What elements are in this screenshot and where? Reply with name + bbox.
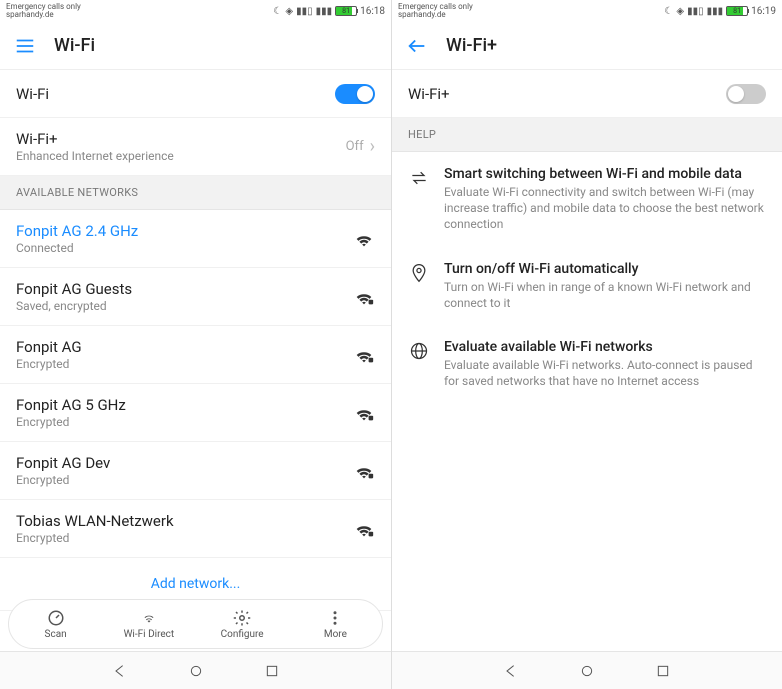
nav-recent-icon[interactable] <box>264 663 280 679</box>
battery-icon: 81 <box>726 6 748 16</box>
wifi-signal-lock-icon <box>353 460 375 482</box>
status-bar: Emergency calls only sparhandy.de ☾ ◈ ▮▮… <box>0 0 391 22</box>
nav-bar <box>0 651 391 689</box>
network-name: Fonpit AG <box>16 338 353 356</box>
scan-label: Scan <box>45 629 67 640</box>
signal2-icon: ▮▮▮ <box>316 6 333 17</box>
wifi-plus-row[interactable]: Wi-Fi+ Enhanced Internet experience Off … <box>0 118 391 176</box>
page-title: Wi-Fi+ <box>446 35 497 56</box>
dnd-icon: ☾ <box>273 6 282 17</box>
help-item: Smart switching between Wi-Fi and mobile… <box>392 152 782 247</box>
wifi-toggle-row[interactable]: Wi-Fi <box>0 70 391 118</box>
nav-bar <box>392 651 782 689</box>
help-desc: Evaluate available Wi-Fi networks. Auto-… <box>444 357 766 389</box>
wifi-status-icon: ◈ <box>285 6 293 17</box>
wifi-signal-lock-icon <box>353 518 375 540</box>
wifi-signal-lock-icon <box>353 402 375 424</box>
help-title: Smart switching between Wi-Fi and mobile… <box>444 166 766 182</box>
swap-icon <box>409 168 429 188</box>
help-desc: Evaluate Wi-Fi connectivity and switch b… <box>444 184 766 233</box>
clock: 16:18 <box>360 6 385 17</box>
wifi-settings-screen: Emergency calls only sparhandy.de ☾ ◈ ▮▮… <box>0 0 391 689</box>
wifi-plus-toggle[interactable] <box>726 84 766 104</box>
network-row[interactable]: Fonpit AG 2.4 GHzConnected <box>0 210 391 268</box>
wifi-direct-icon <box>140 609 158 627</box>
network-status: Encrypted <box>16 357 353 371</box>
carrier-sub: sparhandy.de <box>398 11 473 19</box>
help-desc: Turn on Wi-Fi when in range of a known W… <box>444 279 766 311</box>
menu-icon[interactable] <box>14 35 36 57</box>
wifi-plus-toggle-label: Wi-Fi+ <box>408 85 726 103</box>
network-row[interactable]: Fonpit AG DevEncrypted <box>0 442 391 500</box>
signal-icon: ▮▮▯ <box>687 6 704 17</box>
help-title: Evaluate available Wi-Fi networks <box>444 339 766 355</box>
clock: 16:19 <box>751 6 776 17</box>
scan-icon <box>47 609 65 627</box>
signal2-icon: ▮▮▮ <box>707 6 724 17</box>
more-label: More <box>324 629 347 640</box>
chevron-right-icon: › <box>370 136 375 157</box>
wifi-direct-label: Wi-Fi Direct <box>124 629 175 640</box>
wifi-plus-screen: Emergency calls only sparhandy.de ☾ ◈ ▮▮… <box>391 0 782 689</box>
signal-icon: ▮▮▯ <box>296 6 313 17</box>
network-name: Tobias WLAN-Netzwerk <box>16 512 353 530</box>
network-row[interactable]: Fonpit AG GuestsSaved, encrypted <box>0 268 391 326</box>
network-row[interactable]: Fonpit AG 5 GHzEncrypted <box>0 384 391 442</box>
gear-icon <box>233 609 251 627</box>
nav-back-icon[interactable] <box>112 663 128 679</box>
configure-label: Configure <box>221 629 264 640</box>
wifi-toggle-label: Wi-Fi <box>16 85 335 103</box>
bottom-toolbar: Scan Wi-Fi Direct Configure More <box>8 599 383 649</box>
nav-home-icon[interactable] <box>579 663 595 679</box>
wifi-toggle[interactable] <box>335 84 375 104</box>
dnd-icon: ☾ <box>664 6 673 17</box>
network-status: Encrypted <box>16 415 353 429</box>
wifi-signal-icon <box>353 228 375 250</box>
status-bar: Emergency calls only sparhandy.de ☾ ◈ ▮▮… <box>392 0 782 22</box>
help-item: Turn on/off Wi-Fi automatically Turn on W… <box>392 247 782 325</box>
wifi-status-icon: ◈ <box>676 6 684 17</box>
network-row[interactable]: Tobias WLAN-NetzwerkEncrypted <box>0 500 391 558</box>
network-name: Fonpit AG 2.4 GHz <box>16 222 353 240</box>
nav-back-icon[interactable] <box>503 663 519 679</box>
network-status: Encrypted <box>16 531 353 545</box>
wifi-direct-button[interactable]: Wi-Fi Direct <box>102 600 195 648</box>
network-name: Fonpit AG Guests <box>16 280 353 298</box>
nav-recent-icon[interactable] <box>655 663 671 679</box>
page-title: Wi-Fi <box>54 35 95 56</box>
network-name: Fonpit AG 5 GHz <box>16 396 353 414</box>
globe-icon <box>409 341 429 361</box>
help-header: HELP <box>392 118 782 152</box>
more-icon <box>326 609 344 627</box>
scan-button[interactable]: Scan <box>9 600 102 648</box>
carrier-sub: sparhandy.de <box>6 11 81 19</box>
more-button[interactable]: More <box>289 600 382 648</box>
network-row[interactable]: Fonpit AGEncrypted <box>0 326 391 384</box>
available-networks-header: AVAILABLE NETWORKS <box>0 176 391 210</box>
network-status: Encrypted <box>16 473 353 487</box>
help-title: Turn on/off Wi-Fi automatically <box>444 261 766 277</box>
location-icon <box>409 263 429 283</box>
network-status: Connected <box>16 241 353 255</box>
app-bar: Wi-Fi <box>0 22 391 70</box>
back-icon[interactable] <box>406 35 428 57</box>
wifi-signal-lock-icon <box>353 344 375 366</box>
wifi-plus-value: Off <box>346 139 364 154</box>
wifi-plus-title: Wi-Fi+ <box>16 130 346 148</box>
network-name: Fonpit AG Dev <box>16 454 353 472</box>
wifi-plus-subtitle: Enhanced Internet experience <box>16 149 346 163</box>
wifi-plus-toggle-row[interactable]: Wi-Fi+ <box>392 70 782 118</box>
network-status: Saved, encrypted <box>16 299 353 313</box>
wifi-signal-lock-icon <box>353 286 375 308</box>
battery-icon: 81 <box>335 6 357 16</box>
app-bar: Wi-Fi+ <box>392 22 782 70</box>
nav-home-icon[interactable] <box>188 663 204 679</box>
help-item: Evaluate available Wi-Fi networks Evaluat… <box>392 325 782 403</box>
configure-button[interactable]: Configure <box>196 600 289 648</box>
